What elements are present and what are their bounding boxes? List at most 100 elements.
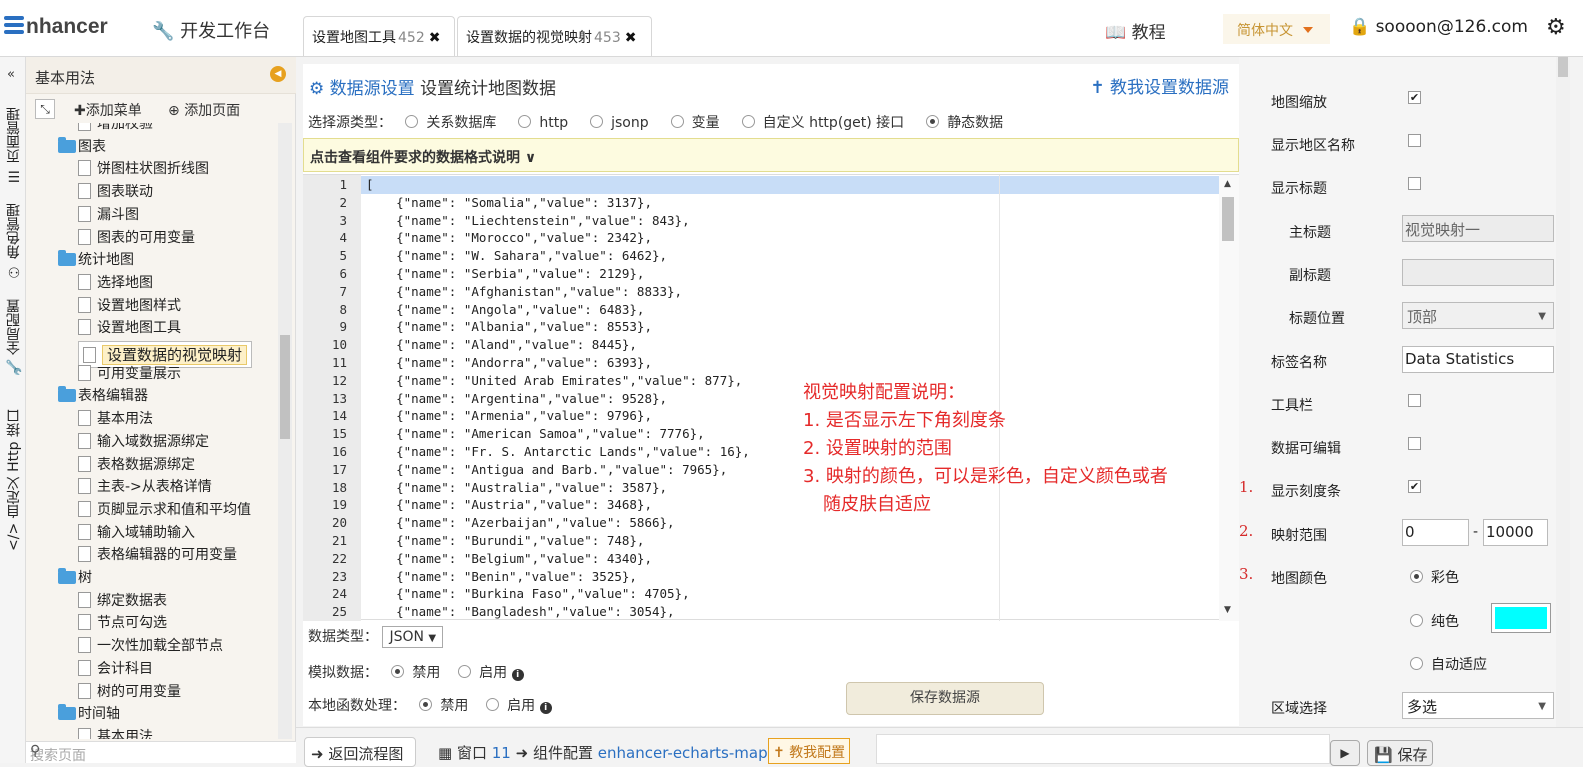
radio-unchecked[interactable] (458, 665, 472, 678)
radio-unchecked[interactable] (670, 115, 684, 128)
source-type-radio[interactable]: http (518, 115, 568, 131)
tree-page-item[interactable]: 节点可勾选 (78, 613, 167, 634)
sub-title-input[interactable] (1402, 259, 1554, 286)
tree-page-item[interactable]: 基本用法 (78, 727, 153, 739)
code-line[interactable]: {"name": "Azerbaijan","value": 5866}, (366, 515, 674, 530)
code-line[interactable]: {"name": "Liechtenstein","value": 843}, (366, 213, 690, 228)
color-auto-radio[interactable]: 自动适应 (1410, 654, 1487, 674)
code-line[interactable]: {"name": "Afghanistan","value": 8833}, (366, 284, 682, 299)
show-title-checkbox[interactable] (1408, 177, 1421, 190)
close-icon[interactable]: ✖ (625, 30, 637, 46)
tree-page-item[interactable]: 绑定数据表 (78, 591, 167, 612)
mock-enable-radio[interactable]: 启用 (458, 665, 507, 681)
close-icon[interactable]: ✖ (429, 30, 441, 46)
code-line[interactable]: {"name": "Burundi","value": 748}, (366, 533, 644, 548)
code-line[interactable]: {"name": "Antigua and Barb.","value": 79… (366, 462, 727, 477)
tutorial-link[interactable]: 📖 教程 (1105, 18, 1166, 43)
radio-checked[interactable] (419, 698, 433, 711)
tree-page-item[interactable]: 增加校验 (78, 123, 153, 135)
tree-page-item[interactable]: 图表的可用变量 (78, 228, 195, 249)
map-zoom-checkbox[interactable]: ✔ (1408, 91, 1421, 104)
teach-config-button[interactable]: ✝ 教我配置 (768, 738, 851, 764)
title-position-select[interactable]: 顶部 ▼ (1402, 302, 1554, 329)
info-icon[interactable]: i (511, 669, 524, 681)
collapse-icon[interactable]: ◀ (270, 66, 286, 82)
tree-page-item[interactable]: 选择地图 (78, 273, 153, 294)
code-line[interactable]: {"name": "Angola","value": 6483}, (366, 302, 644, 317)
scroll-down-icon[interactable]: ▼ (1224, 605, 1231, 615)
data-editable-checkbox[interactable] (1408, 437, 1421, 450)
show-region-name-checkbox[interactable] (1408, 134, 1421, 147)
code-line[interactable]: {"name": "Aland","value": 8445}, (366, 337, 637, 352)
source-type-radio[interactable]: 自定义 http(get) 接口 (741, 115, 904, 131)
info-icon[interactable]: i (539, 702, 552, 714)
tree-folder[interactable]: 图表 (58, 136, 106, 158)
vtab-role-management[interactable]: ⚇ 角色管理 (4, 203, 24, 279)
add-page-button[interactable]: ⊕ 添加页面 (168, 100, 240, 120)
breadcrumb-window-number[interactable]: 11 (492, 744, 511, 762)
tree-page-item[interactable]: 可用变量展示 (78, 364, 181, 385)
color-solid-radio[interactable]: 纯色 (1410, 611, 1459, 631)
local-enable-radio[interactable]: 启用 (486, 698, 535, 714)
code-line[interactable]: {"name": "Armenia","value": 9796}, (366, 408, 652, 423)
code-line[interactable]: {"name": "Benin","value": 3525}, (366, 569, 637, 584)
source-type-radio[interactable]: jsonp (590, 115, 649, 131)
code-line[interactable]: {"name": "Somalia","value": 3137}, (366, 195, 652, 210)
tree-page-item[interactable]: 页脚显示求和值和平均值 (78, 500, 251, 521)
radio-unchecked[interactable] (741, 115, 755, 128)
tree-folder[interactable]: 时间轴 (58, 704, 120, 725)
radio-checked[interactable] (926, 115, 940, 128)
tree-folder[interactable]: 表格编辑器 (58, 386, 148, 407)
radio-unchecked[interactable] (405, 115, 419, 128)
code-scrollbar[interactable]: ▲ ▼ (1219, 175, 1239, 621)
color-swatch[interactable] (1491, 603, 1551, 633)
source-type-radio[interactable]: 关系数据库 (405, 115, 496, 131)
format-hint-bar[interactable]: 点击查看组件要求的数据格式说明 ∨ (303, 138, 1239, 172)
tree-page-item[interactable]: 表格编辑器的可用变量 (78, 545, 237, 566)
double-chevron-left-icon[interactable]: « (7, 67, 15, 82)
code-line[interactable]: {"name": "Albania","value": 8553}, (366, 319, 652, 334)
radio-checked[interactable] (391, 665, 405, 678)
radio-unchecked[interactable] (486, 698, 500, 711)
code-line[interactable]: {"name": "Andorra","value": 6393}, (366, 355, 652, 370)
tree-page-item[interactable]: 会计科目 (78, 659, 153, 680)
radio-unchecked[interactable] (590, 115, 604, 128)
code-line[interactable]: {"name": "American Samoa","value": 7776}… (366, 426, 705, 441)
code-editor[interactable]: 1 2 3 4 5 6 7 8 9 10 11 12 13 14 15 16 17 18 19 20 21 22 23 24 2… (303, 174, 1239, 621)
tree-page-item[interactable]: 饼图柱状图折线图 (78, 159, 209, 180)
code-line[interactable]: [ (366, 177, 374, 192)
tree-page-item[interactable]: 表格数据源绑定 (78, 455, 195, 476)
pin-icon[interactable]: ⤡ (35, 99, 55, 119)
app-logo[interactable]: nhancer (4, 14, 108, 39)
tree-page-item[interactable]: 漏斗图 (78, 205, 139, 226)
tree-page-item[interactable]: 输入域辅助输入 (78, 523, 195, 544)
local-disable-radio[interactable]: 禁用 (419, 698, 468, 714)
mock-disable-radio[interactable]: 禁用 (391, 665, 440, 681)
tree-page-item[interactable]: 基本用法 (78, 409, 153, 430)
label-name-input[interactable]: Data Statistics (1402, 346, 1554, 373)
main-title-input[interactable]: 视觉映射一 (1402, 215, 1554, 242)
code-line[interactable]: {"name": "Bangladesh","value": 3054}, (366, 604, 674, 619)
vtab-page-management[interactable]: ☰ 页面管理 (4, 107, 24, 183)
save-button[interactable]: 💾 保存 (1367, 740, 1433, 766)
play-button[interactable]: ▶ (1330, 740, 1360, 766)
scroll-up-icon[interactable]: ▲ (1224, 179, 1231, 189)
tree-page-item[interactable]: 一次性加载全部节点 (78, 636, 223, 657)
code-line[interactable]: {"name": "Serbia","value": 2129}, (366, 266, 644, 281)
scrollbar-thumb[interactable] (1222, 197, 1234, 241)
code-line[interactable]: {"name": "Morocco","value": 2342}, (366, 230, 652, 245)
tree-page-item[interactable]: 设置地图工具 (78, 318, 181, 339)
tree-scrollbar[interactable] (278, 123, 292, 739)
toolbar-checkbox[interactable] (1408, 394, 1421, 407)
tab-map-tools[interactable]: 设置地图工具 452 ✖ (303, 16, 455, 56)
search-icon[interactable]: ⚲ (30, 743, 288, 759)
tree-page-item[interactable]: 树的可用变量 (78, 682, 181, 703)
code-line[interactable]: {"name": "W. Sahara","value": 6462}, (366, 248, 667, 263)
region-select[interactable]: 多选 ▼ (1402, 692, 1554, 719)
tree-search[interactable]: 搜索页面 ⚲ (26, 741, 296, 764)
scrollbar-thumb[interactable] (280, 335, 290, 439)
gear-icon[interactable]: ⚙ (1546, 15, 1566, 40)
code-line[interactable]: {"name": "United Arab Emirates","value":… (366, 373, 742, 388)
vtab-http-interface[interactable]: </> 自定义 Http 接口 (4, 409, 24, 551)
add-menu-button[interactable]: ✚添加菜单 (74, 100, 142, 120)
